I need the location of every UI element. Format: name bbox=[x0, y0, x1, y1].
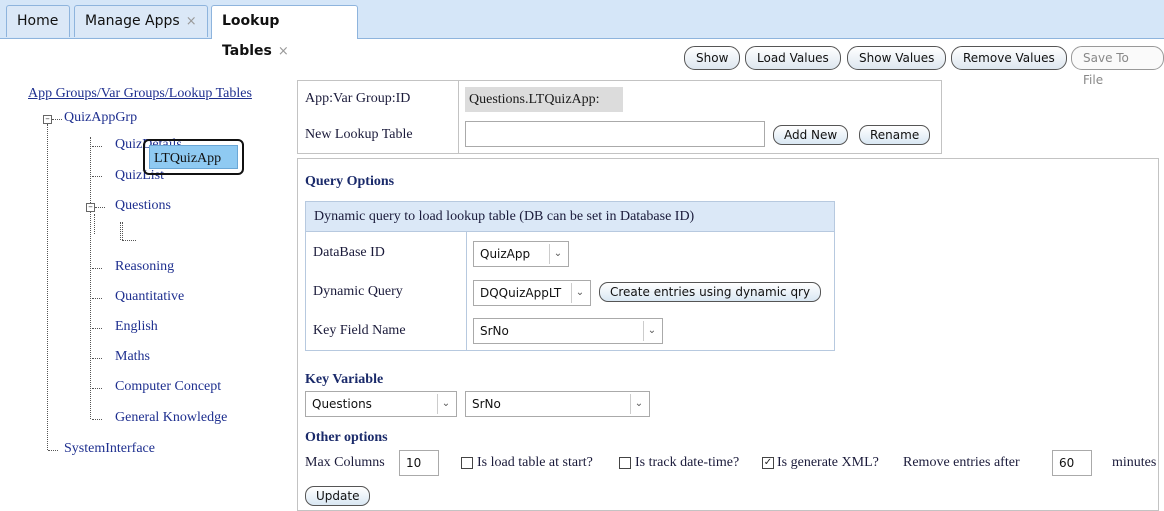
tree-node-reasoning[interactable]: Reasoning bbox=[115, 259, 174, 275]
tree-line bbox=[92, 328, 102, 329]
tab-manage-apps-label: Manage Apps bbox=[85, 13, 180, 29]
show-button[interactable]: Show bbox=[684, 46, 741, 70]
tree-node-quantitative[interactable]: Quantitative bbox=[115, 289, 184, 305]
generate-xml-label: Is generate XML? bbox=[777, 455, 879, 470]
remove-entries-label: Remove entries after bbox=[903, 455, 1020, 470]
tree-line bbox=[52, 119, 62, 120]
minutes-label: minutes bbox=[1112, 455, 1157, 470]
close-icon[interactable]: × bbox=[278, 44, 289, 59]
tree-line bbox=[48, 450, 58, 451]
close-icon[interactable]: × bbox=[186, 14, 197, 29]
tree-line bbox=[120, 222, 121, 240]
new-lookup-input[interactable] bbox=[465, 121, 765, 147]
dynamic-query-select[interactable]: DQQuizAppLT ⌄ bbox=[473, 280, 591, 306]
tree-root-link[interactable]: App Groups/Var Groups/Lookup Tables bbox=[28, 86, 252, 102]
tree-line bbox=[122, 240, 136, 241]
key-variable-value: Questions bbox=[312, 397, 372, 411]
track-datetime-label: Is track date-time? bbox=[635, 455, 740, 470]
chevron-down-icon: ⌄ bbox=[437, 394, 454, 414]
chevron-down-icon: ⌄ bbox=[549, 244, 566, 264]
load-at-start-label: Is load table at start? bbox=[477, 455, 593, 470]
tree-node-english[interactable]: English bbox=[115, 319, 158, 335]
key-field-select[interactable]: SrNo ⌄ bbox=[465, 391, 650, 417]
max-columns-input[interactable]: 10 bbox=[399, 450, 439, 476]
collapse-icon[interactable]: – bbox=[43, 115, 52, 124]
key-field-name-value: SrNo bbox=[480, 324, 509, 338]
tree-line bbox=[95, 207, 105, 208]
tree-node-computer-concept[interactable]: Computer Concept bbox=[115, 379, 221, 395]
add-new-button[interactable]: Add New bbox=[773, 125, 849, 145]
tree-line bbox=[94, 214, 95, 234]
create-entries-button[interactable]: Create entries using dynamic qry bbox=[599, 282, 822, 302]
track-datetime-checkbox[interactable] bbox=[619, 457, 631, 469]
save-to-file-button[interactable]: Save To File bbox=[1071, 46, 1164, 87]
key-field-name-label: Key Field Name bbox=[313, 323, 406, 338]
remove-entries-input[interactable]: 60 bbox=[1052, 450, 1092, 476]
tree-line bbox=[122, 222, 123, 240]
collapse-icon[interactable]: – bbox=[86, 203, 95, 212]
dynamic-query-label: Dynamic Query bbox=[313, 284, 403, 299]
tree-line bbox=[92, 298, 102, 299]
panel-divider bbox=[458, 81, 459, 153]
tree-line bbox=[92, 268, 102, 269]
tree-node-ltquizapp-label: LTQuizApp bbox=[149, 145, 238, 169]
generate-xml-checkbox[interactable]: ✓ bbox=[762, 457, 774, 469]
chevron-down-icon: ⌄ bbox=[630, 394, 647, 414]
key-variable-select[interactable]: Questions ⌄ bbox=[305, 391, 457, 417]
app-var-group-value: Questions.LTQuizApp: bbox=[465, 87, 623, 112]
dynamic-query-value: DQQuizAppLT bbox=[480, 286, 562, 300]
other-options-title: Other options bbox=[305, 430, 388, 445]
new-lookup-label: New Lookup Table bbox=[305, 127, 413, 142]
query-options-title: Query Options bbox=[305, 174, 395, 189]
tree-line bbox=[92, 176, 102, 177]
tree-line bbox=[92, 146, 102, 147]
max-columns-label: Max Columns bbox=[305, 455, 385, 470]
tree-line bbox=[92, 419, 102, 420]
tree-node-systeminterface[interactable]: SystemInterface bbox=[64, 441, 155, 457]
tree-node-maths[interactable]: Maths bbox=[115, 349, 150, 365]
tab-home[interactable]: Home bbox=[6, 5, 70, 37]
remove-values-button[interactable]: Remove Values bbox=[951, 46, 1067, 70]
rename-button[interactable]: Rename bbox=[859, 125, 931, 145]
tab-manage-apps[interactable]: Manage Apps × bbox=[74, 5, 208, 37]
key-variable-title: Key Variable bbox=[305, 372, 384, 387]
tree-line bbox=[92, 358, 102, 359]
tab-lookup-tables-label: Lookup Tables bbox=[222, 13, 280, 59]
tab-lookup-tables[interactable]: Lookup Tables × bbox=[211, 5, 358, 59]
tab-bar: Home Manage Apps × Lookup Tables × bbox=[0, 0, 1164, 59]
load-at-start-checkbox[interactable] bbox=[461, 457, 473, 469]
tree-node-general-knowledge[interactable]: General Knowledge bbox=[115, 410, 227, 426]
show-values-button[interactable]: Show Values bbox=[847, 46, 947, 70]
dynamic-query-header: Dynamic query to load lookup table (DB c… bbox=[306, 202, 834, 232]
database-id-select[interactable]: QuizApp ⌄ bbox=[473, 241, 569, 267]
dynamic-query-divider bbox=[466, 232, 467, 350]
chevron-down-icon: ⌄ bbox=[571, 283, 588, 303]
app-var-group-label: App:Var Group:ID bbox=[305, 91, 411, 106]
chevron-down-icon: ⌄ bbox=[643, 321, 660, 341]
key-field-value: SrNo bbox=[472, 397, 501, 411]
tree-line bbox=[90, 137, 91, 419]
tree-line bbox=[47, 124, 48, 450]
tab-home-label: Home bbox=[17, 13, 59, 29]
key-field-name-select[interactable]: SrNo ⌄ bbox=[473, 318, 663, 344]
update-button[interactable]: Update bbox=[305, 486, 371, 506]
load-values-button[interactable]: Load Values bbox=[745, 46, 841, 70]
database-id-value: QuizApp bbox=[480, 247, 531, 261]
tree-line bbox=[92, 388, 102, 389]
tree-node-questions[interactable]: Questions bbox=[115, 198, 171, 214]
tree-node-ltquizapp[interactable]: LTQuizApp bbox=[143, 139, 244, 175]
database-id-label: DataBase ID bbox=[313, 245, 385, 260]
tree-node-quizappgrp[interactable]: QuizAppGrp bbox=[64, 110, 137, 126]
